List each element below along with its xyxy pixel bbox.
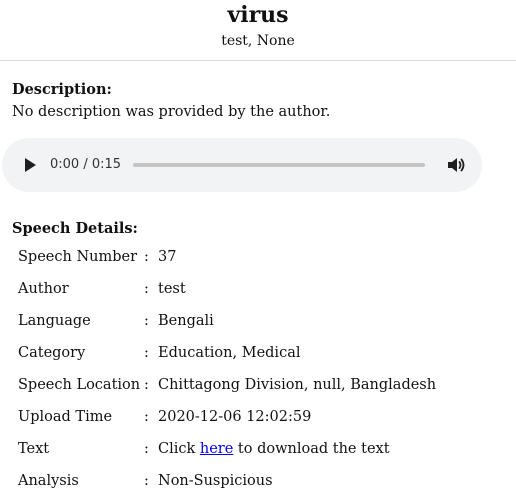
detail-label: Speech Number [18, 249, 138, 265]
detail-row-analysis: Analysis : Non-Suspicious [18, 465, 498, 497]
detail-separator: : [144, 473, 149, 489]
download-text-link[interactable]: here [200, 441, 233, 457]
play-button[interactable] [20, 154, 40, 176]
time-display: 0:00 / 0:15 [50, 157, 122, 172]
download-text-suffix: to download the text [233, 441, 390, 457]
detail-separator: : [144, 313, 149, 329]
play-icon [25, 158, 36, 172]
detail-value: 2020-12-06 12:02:59 [158, 409, 312, 425]
detail-row-speech-number: Speech Number : 37 [18, 241, 498, 273]
download-text-prefix: Click [158, 441, 200, 457]
detail-label: Upload Time [18, 409, 113, 425]
seek-slider[interactable] [133, 163, 425, 167]
detail-value: Chittagong Division, null, Bangladesh [158, 377, 437, 393]
detail-row-speech-location: Speech Location : Chittagong Division, n… [18, 369, 498, 401]
detail-separator: : [144, 345, 149, 361]
page-subtitle: test, None [221, 33, 295, 49]
detail-value: Click here to download the text [158, 433, 390, 465]
detail-separator: : [144, 249, 149, 265]
detail-row-author: Author : test [18, 273, 498, 305]
detail-value: Bengali [158, 313, 214, 329]
detail-label: Language [18, 313, 91, 329]
detail-value: test [158, 281, 186, 297]
detail-value: Education, Medical [158, 345, 301, 361]
detail-label: Text [18, 441, 50, 457]
detail-value: Non-Suspicious [158, 473, 273, 489]
detail-row-text: Text : Click here to download the text [18, 433, 498, 465]
page-title: virus [227, 2, 289, 28]
audio-player: 0:00 / 0:15 [2, 138, 482, 192]
speech-details-heading: Speech Details: [12, 220, 138, 237]
detail-label: Category [18, 345, 86, 361]
description-text: No description was provided by the autho… [12, 104, 331, 120]
description-heading: Description: [12, 81, 112, 98]
detail-row-upload-time: Upload Time : 2020-12-06 12:02:59 [18, 401, 498, 433]
detail-value: 37 [158, 249, 177, 265]
page-header: virus test, None [0, 0, 516, 61]
detail-separator: : [144, 441, 149, 457]
volume-icon [448, 158, 465, 172]
detail-row-category: Category : Education, Medical [18, 337, 498, 369]
speech-details-table: Speech Number : 37 Author : test Languag… [18, 241, 498, 497]
detail-label: Analysis [18, 473, 79, 489]
detail-separator: : [144, 281, 149, 297]
detail-label: Author [18, 281, 69, 297]
detail-separator: : [144, 409, 149, 425]
detail-label: Speech Location [18, 377, 141, 393]
detail-separator: : [144, 377, 149, 393]
volume-button[interactable] [446, 155, 466, 175]
detail-row-language: Language : Bengali [18, 305, 498, 337]
